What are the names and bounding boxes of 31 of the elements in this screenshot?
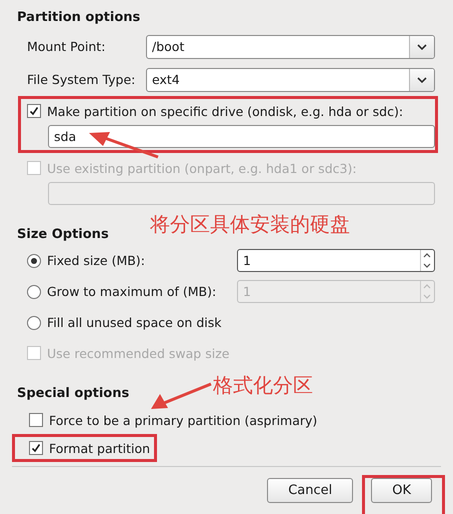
- annotation-arrow: [88, 131, 160, 159]
- checkbox[interactable]: [27, 104, 41, 118]
- size-spinbox[interactable]: 1: [237, 249, 435, 272]
- radio-label: Fill all unused space on disk: [47, 315, 222, 330]
- annotation-text: 格式化分区: [213, 372, 313, 399]
- radio-button[interactable]: [27, 316, 41, 330]
- file-system-dropdown[interactable]: ext4: [146, 68, 435, 92]
- checkbox-label: Make partition on specific drive (ondisk, e.g. hda or sdc):: [47, 104, 404, 118]
- checkbox[interactable]: [29, 413, 43, 427]
- section-heading: Partition options: [17, 10, 140, 27]
- annotation-text: 将分区具体安装的硬盘: [150, 211, 350, 238]
- drive-field[interactable]: sda: [48, 125, 435, 148]
- radio-button[interactable]: [27, 254, 41, 268]
- checkbox-label: Format partition: [49, 440, 150, 456]
- field-label: Mount Point:: [27, 39, 106, 54]
- dropdown-caret-icon: [417, 44, 427, 50]
- checkbox-label: Use existing partition (onpart, e.g. hda1 or sdc3):: [47, 160, 357, 176]
- field-label: File System Type:: [27, 72, 136, 87]
- checkbox[interactable]: [29, 441, 43, 455]
- checkbox-label: Use recommended swap size: [47, 346, 230, 360]
- dialog-button[interactable]: OK: [371, 478, 432, 503]
- section-heading: Special options: [17, 386, 130, 403]
- checkbox-label: Force to be a primary partition (asprimary): [49, 412, 318, 428]
- annotation-arrow: [150, 382, 213, 410]
- radio-button[interactable]: [27, 284, 41, 298]
- radio-label: Fixed size (MB):: [47, 253, 145, 268]
- dropdown-caret-icon: [417, 76, 427, 82]
- radio-label: Grow to maximum of (MB):: [47, 284, 216, 299]
- section-heading: Size Options: [17, 227, 109, 244]
- dialog-button[interactable]: Cancel: [267, 478, 354, 503]
- mount-point-dropdown[interactable]: /boot: [146, 34, 435, 58]
